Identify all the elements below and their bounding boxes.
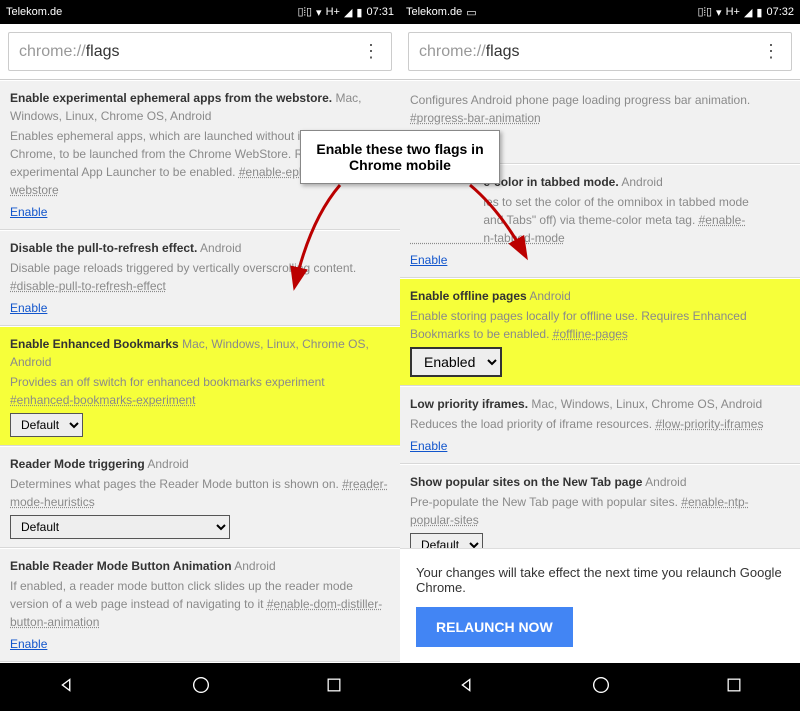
- flag-hash[interactable]: #enable- n-tabbed-mode: [410, 213, 745, 245]
- omnibox-row: chrome://flags ⋮: [0, 24, 400, 80]
- nav-bar: [0, 663, 400, 711]
- omnibox[interactable]: chrome://flags ⋮: [8, 32, 392, 71]
- screen-left: Telekom.de ▯⦙▯ ▾ H+ ◢ ▮ 07:31 chrome://f…: [0, 0, 400, 711]
- flag-platforms: Android: [234, 559, 275, 573]
- flag-description: Pre-populate the New Tab page with popul…: [410, 493, 790, 529]
- flag-select[interactable]: Default: [10, 413, 83, 437]
- flag-item: Enable Reader Mode Button Animation Andr…: [0, 548, 400, 662]
- flag-hash[interactable]: #reader-mode-heuristics: [10, 477, 388, 509]
- back-icon[interactable]: [56, 674, 78, 701]
- menu-icon[interactable]: ⋮: [361, 41, 381, 62]
- nav-bar: [400, 663, 800, 711]
- flag-description: Enable storing pages locally for offline…: [410, 307, 790, 343]
- home-icon[interactable]: [190, 674, 212, 701]
- flag-select[interactable]: Default: [410, 533, 483, 548]
- flag-enable-link[interactable]: Enable: [10, 635, 47, 653]
- network-label: H+: [726, 6, 740, 18]
- annotation-callout: Enable these two flags in Chrome mobile: [300, 130, 500, 184]
- flag-platforms: Android: [645, 475, 686, 489]
- flag-description: Configures Android phone page loading pr…: [410, 91, 790, 127]
- flag-enable-link[interactable]: Enable: [410, 437, 447, 455]
- flag-platforms: Android: [529, 289, 570, 303]
- home-icon[interactable]: [590, 674, 612, 701]
- flag-item: Low priority iframes. Mac, Windows, Linu…: [400, 386, 800, 464]
- flag-title: Disable the pull-to-refresh effect.: [10, 241, 197, 255]
- status-bar: Telekom.de ▯⦙▯ ▾ H+ ◢ ▮ 07:31: [0, 0, 400, 24]
- flag-title: Enable offline pages: [410, 289, 527, 303]
- flag-enable-link[interactable]: Enable: [10, 203, 47, 221]
- flag-hash[interactable]: #enable-ntp-popular-sites: [410, 495, 749, 527]
- url-prefix: chrome://: [19, 43, 86, 60]
- flag-description: Reduces the load priority of iframe reso…: [410, 415, 790, 433]
- flag-platforms: Android: [200, 241, 241, 255]
- flag-title: Enable Reader Mode Button Animation: [10, 559, 232, 573]
- relaunch-message: Your changes will take effect the next t…: [416, 565, 784, 595]
- url-path: flags: [486, 43, 520, 60]
- network-label: H+: [326, 6, 340, 18]
- flag-description: ies to set the color of the omnibox in t…: [410, 193, 790, 247]
- flag-item: Reader Mode triggering Android Determines…: [0, 446, 400, 548]
- haptic-icon: ▯⦙▯: [697, 5, 712, 19]
- flag-title: Enable experimental ephemeral apps from …: [10, 91, 332, 105]
- wifi-icon: ▾: [716, 6, 722, 19]
- menu-icon[interactable]: ⋮: [761, 41, 781, 62]
- flag-enable-link[interactable]: Enable: [10, 299, 47, 317]
- omnibox-row: chrome://flags ⋮: [400, 24, 800, 80]
- clock-label: 07:32: [766, 6, 794, 18]
- clock-label: 07:31: [366, 6, 394, 18]
- flag-select[interactable]: Default: [10, 515, 230, 539]
- relaunch-button[interactable]: RELAUNCH NOW: [416, 607, 573, 647]
- haptic-icon: ▯⦙▯: [297, 5, 312, 19]
- flag-item: Show popular sites on the New Tab page A…: [400, 464, 800, 548]
- flag-item: Enable Enhanced Bookmarks Mac, Windows, …: [0, 326, 400, 446]
- url-prefix: chrome://: [419, 43, 486, 60]
- flag-platforms: Android: [621, 175, 662, 189]
- omnibox[interactable]: chrome://flags ⋮: [408, 32, 792, 71]
- flag-hash[interactable]: #enhanced-bookmarks-experiment: [10, 393, 195, 407]
- battery-icon: ▮: [356, 6, 362, 19]
- flag-hash[interactable]: #progress-bar-animation: [410, 111, 541, 125]
- signal-icon: ◢: [344, 6, 352, 19]
- flag-description: Disable page reloads triggered by vertic…: [10, 259, 390, 295]
- relaunch-footer: Your changes will take effect the next t…: [400, 548, 800, 663]
- status-bar: Telekom.de ▭ ▯⦙▯ ▾ H+ ◢ ▮ 07:32: [400, 0, 800, 24]
- screenshot-icon: ▭: [466, 6, 476, 19]
- flag-hash[interactable]: #enable-dom-distiller-button-animation: [10, 597, 382, 629]
- flag-platforms: Android: [147, 457, 188, 471]
- flag-platforms: Mac, Windows, Linux, Chrome OS, Android: [531, 397, 762, 411]
- battery-icon: ▮: [756, 6, 762, 19]
- carrier-label: Telekom.de: [6, 6, 62, 18]
- flag-enable-link[interactable]: Enable: [410, 251, 447, 269]
- url-path: flags: [86, 43, 120, 60]
- flag-item: Enable offline pages Android Enable stori…: [400, 278, 800, 386]
- screen-right: Telekom.de ▭ ▯⦙▯ ▾ H+ ◢ ▮ 07:32 chrome:/…: [400, 0, 800, 711]
- recents-icon[interactable]: [324, 675, 344, 700]
- flag-hash[interactable]: #offline-pages: [553, 327, 628, 341]
- recents-icon[interactable]: [724, 675, 744, 700]
- flag-description: Determines what pages the Reader Mode bu…: [10, 475, 390, 511]
- flag-hash[interactable]: #disable-pull-to-refresh-effect: [10, 279, 166, 293]
- signal-icon: ◢: [744, 6, 752, 19]
- flag-title: Show popular sites on the New Tab page: [410, 475, 642, 489]
- carrier-label: Telekom.de: [406, 6, 462, 18]
- flag-hash[interactable]: #low-priority-iframes: [655, 417, 763, 431]
- flag-description: Provides an off switch for enhanced book…: [10, 373, 390, 409]
- flag-title: Reader Mode triggering: [10, 457, 145, 471]
- flag-item: Disable the pull-to-refresh effect. Andr…: [0, 230, 400, 326]
- wifi-icon: ▾: [316, 6, 322, 19]
- back-icon[interactable]: [456, 674, 478, 701]
- flag-title: Low priority iframes.: [410, 397, 528, 411]
- flag-title: Enable Enhanced Bookmarks: [10, 337, 179, 351]
- flag-description: If enabled, a reader mode button click s…: [10, 577, 390, 631]
- flag-select[interactable]: Enabled: [410, 347, 502, 377]
